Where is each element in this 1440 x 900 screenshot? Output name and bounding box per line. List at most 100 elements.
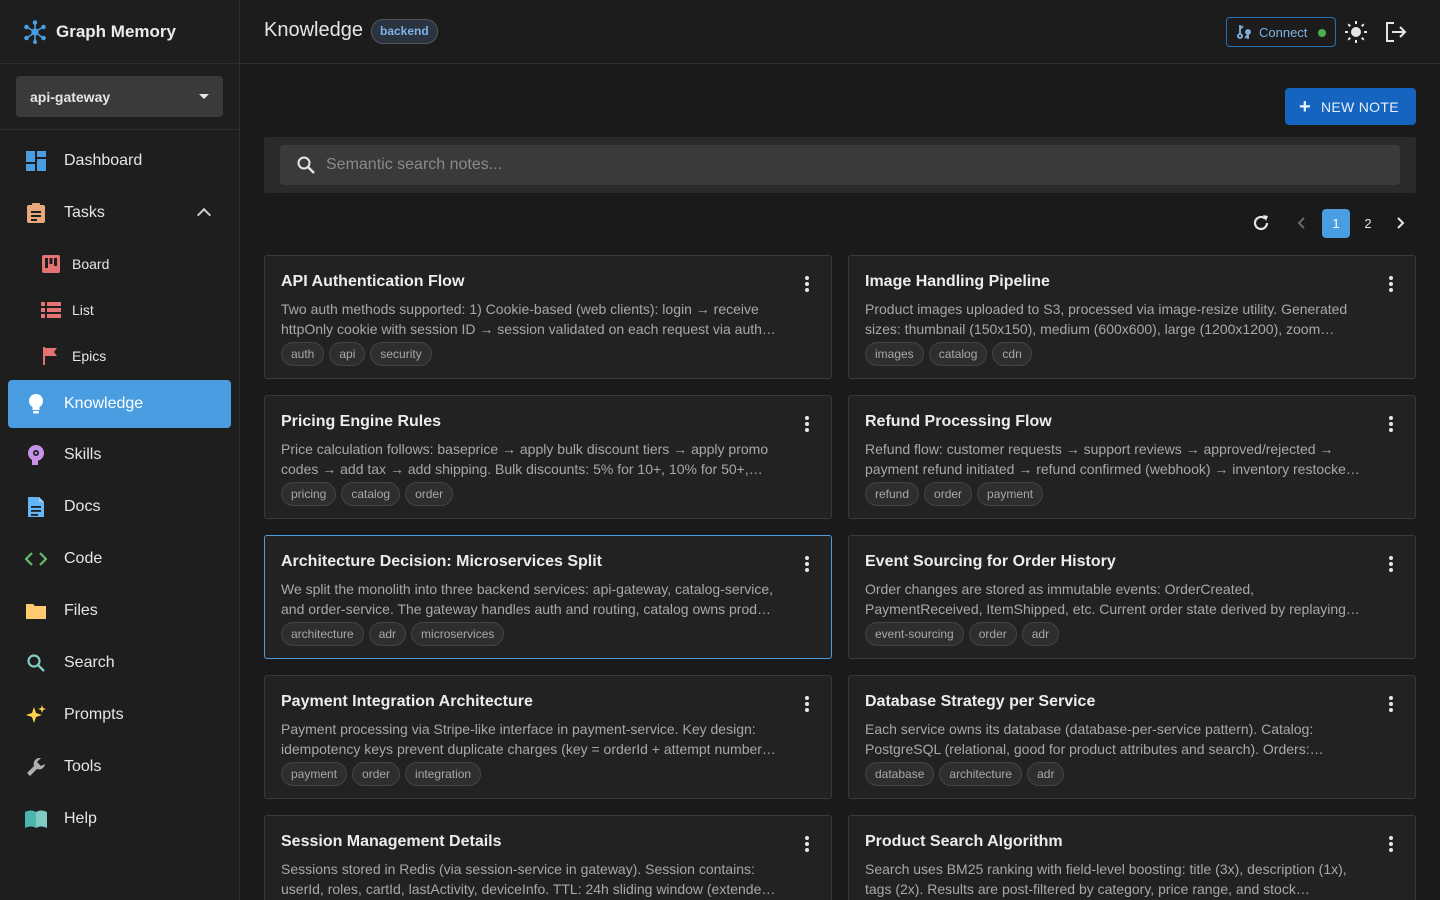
chevron-up-icon[interactable] xyxy=(196,207,212,223)
flag-icon xyxy=(40,345,62,367)
note-card[interactable]: API Authentication Flow Two auth methods … xyxy=(264,255,832,379)
note-card[interactable]: Refund Processing Flow Refund flow: custo… xyxy=(848,395,1416,519)
sidebar-item-search[interactable]: Search xyxy=(8,639,231,687)
sidebar-item-epics[interactable]: Epics xyxy=(8,333,231,379)
tag-chip[interactable]: event-sourcing xyxy=(865,622,964,646)
tag-chip[interactable]: order xyxy=(405,482,454,506)
tag-chip[interactable]: catalog xyxy=(928,342,988,366)
tag-chip[interactable]: adr xyxy=(1027,762,1065,786)
sidebar-item-tools[interactable]: Tools xyxy=(8,743,231,791)
sidebar-item-skills[interactable]: Skills xyxy=(8,431,231,479)
sidebar-item-label: Code xyxy=(64,550,103,567)
sidebar-item-help[interactable]: Help xyxy=(8,795,231,843)
search-input[interactable] xyxy=(326,145,1386,185)
more-vert-icon[interactable] xyxy=(805,276,809,292)
sidebar-item-files[interactable]: Files xyxy=(8,587,231,635)
note-card[interactable]: Architecture Decision: Microservices Spl… xyxy=(264,535,832,659)
sidebar-item-label: Search xyxy=(64,654,115,671)
note-title: Product Search Algorithm xyxy=(865,833,1063,850)
more-vert-icon[interactable] xyxy=(1389,696,1393,712)
logout-icon[interactable] xyxy=(1384,20,1408,44)
page-title: Knowledge xyxy=(264,19,363,41)
tag-chip[interactable]: catalog xyxy=(341,482,401,506)
tag-chip[interactable]: integration xyxy=(405,762,482,786)
more-vert-icon[interactable] xyxy=(805,836,809,852)
sidebar-item-tasks[interactable]: Tasks xyxy=(8,189,231,237)
note-card[interactable]: Pricing Engine Rules Price calculation fo… xyxy=(264,395,832,519)
sidebar-item-prompts[interactable]: Prompts xyxy=(8,691,231,739)
tag-chip[interactable]: auth xyxy=(281,342,325,366)
chevron-left-icon[interactable] xyxy=(1295,216,1309,230)
note-description: Order changes are stored as immutable ev… xyxy=(865,581,1360,617)
tag-chip[interactable]: security xyxy=(370,342,432,366)
tag-chip[interactable]: adr xyxy=(1021,622,1060,646)
project-selector-wrap: api-gateway xyxy=(0,64,239,130)
tag-chip[interactable]: adr xyxy=(368,622,407,646)
chevron-right-icon[interactable] xyxy=(1393,216,1407,230)
sidebar-item-dashboard[interactable]: Dashboard xyxy=(8,137,231,185)
sidebar-item-list[interactable]: List xyxy=(8,287,231,333)
note-card[interactable]: Session Management Details Sessions store… xyxy=(264,815,832,900)
note-title: Event Sourcing for Order History xyxy=(865,553,1116,570)
sidebar-item-knowledge[interactable]: Knowledge xyxy=(8,380,231,428)
page-button-2[interactable]: 2 xyxy=(1354,209,1382,238)
note-title: Session Management Details xyxy=(281,833,502,850)
sidebar-item-docs[interactable]: Docs xyxy=(8,483,231,531)
more-vert-icon[interactable] xyxy=(805,556,809,572)
more-vert-icon[interactable] xyxy=(1389,556,1393,572)
tag-chip[interactable]: pricing xyxy=(281,482,337,506)
search-icon xyxy=(24,651,48,675)
project-select[interactable]: api-gateway xyxy=(16,76,223,117)
tag-chip[interactable]: database xyxy=(865,762,935,786)
tag-chip[interactable]: architecture xyxy=(281,622,364,646)
sparkle-icon xyxy=(24,703,48,727)
tag-chip[interactable]: order xyxy=(352,762,401,786)
tag-chip[interactable]: payment xyxy=(977,482,1044,506)
tag-chip[interactable]: api xyxy=(329,342,366,366)
note-card[interactable]: Product Search Algorithm Search uses BM25… xyxy=(848,815,1416,900)
note-card[interactable]: Database Strategy per Service Each servic… xyxy=(848,675,1416,799)
more-vert-icon[interactable] xyxy=(1389,276,1393,292)
note-card[interactable]: Image Handling Pipeline Product images up… xyxy=(848,255,1416,379)
book-icon xyxy=(24,807,48,831)
note-description: Price calculation follows: baseprice → a… xyxy=(281,441,769,477)
sidebar-item-code[interactable]: Code xyxy=(8,535,231,583)
tag-chip[interactable]: microservices xyxy=(411,622,505,646)
more-vert-icon[interactable] xyxy=(805,416,809,432)
search-box xyxy=(280,145,1400,185)
new-note-button[interactable]: + NEW NOTE xyxy=(1285,88,1416,125)
search-icon xyxy=(297,156,315,174)
sidebar-item-label: Prompts xyxy=(64,706,124,723)
more-vert-icon[interactable] xyxy=(1389,836,1393,852)
new-note-label: NEW NOTE xyxy=(1320,98,1399,115)
sidebar-item-label: List xyxy=(72,302,94,318)
tag-chip[interactable]: order xyxy=(924,482,973,506)
connect-button[interactable]: Connect xyxy=(1226,17,1336,47)
tag-chip[interactable]: images xyxy=(865,342,924,366)
note-tags: payment order integration xyxy=(281,762,482,786)
theme-toggle-sun-icon[interactable] xyxy=(1344,20,1368,44)
sidebar-item-label: Knowledge xyxy=(64,395,144,412)
brand[interactable]: Graph Memory xyxy=(0,0,239,64)
note-description: Product images uploaded to S3, processed… xyxy=(865,301,1348,337)
sidebar-item-board[interactable]: Board xyxy=(8,241,231,287)
tag-chip[interactable]: order xyxy=(968,622,1017,646)
note-tags: event-sourcing order adr xyxy=(865,622,1060,646)
page-button-1[interactable]: 1 xyxy=(1322,209,1350,238)
more-vert-icon[interactable] xyxy=(805,696,809,712)
more-vert-icon[interactable] xyxy=(1389,416,1393,432)
tag-chip[interactable]: payment xyxy=(281,762,348,786)
document-icon xyxy=(24,495,48,519)
tag-chip[interactable]: refund xyxy=(865,482,920,506)
tag-chip[interactable]: architecture xyxy=(939,762,1023,786)
note-title: Image Handling Pipeline xyxy=(865,273,1050,290)
note-tags: images catalog cdn xyxy=(865,342,1032,366)
sidebar-item-label: Tools xyxy=(64,758,102,775)
sidebar-item-label: Skills xyxy=(64,446,102,463)
note-card[interactable]: Payment Integration Architecture Payment … xyxy=(264,675,832,799)
refresh-icon[interactable] xyxy=(1250,212,1272,234)
tag-chip[interactable]: cdn xyxy=(992,342,1032,366)
note-description: Two auth methods supported: 1) Cookie-ba… xyxy=(281,301,776,337)
note-card[interactable]: Event Sourcing for Order History Order ch… xyxy=(848,535,1416,659)
note-title: Pricing Engine Rules xyxy=(281,413,442,430)
